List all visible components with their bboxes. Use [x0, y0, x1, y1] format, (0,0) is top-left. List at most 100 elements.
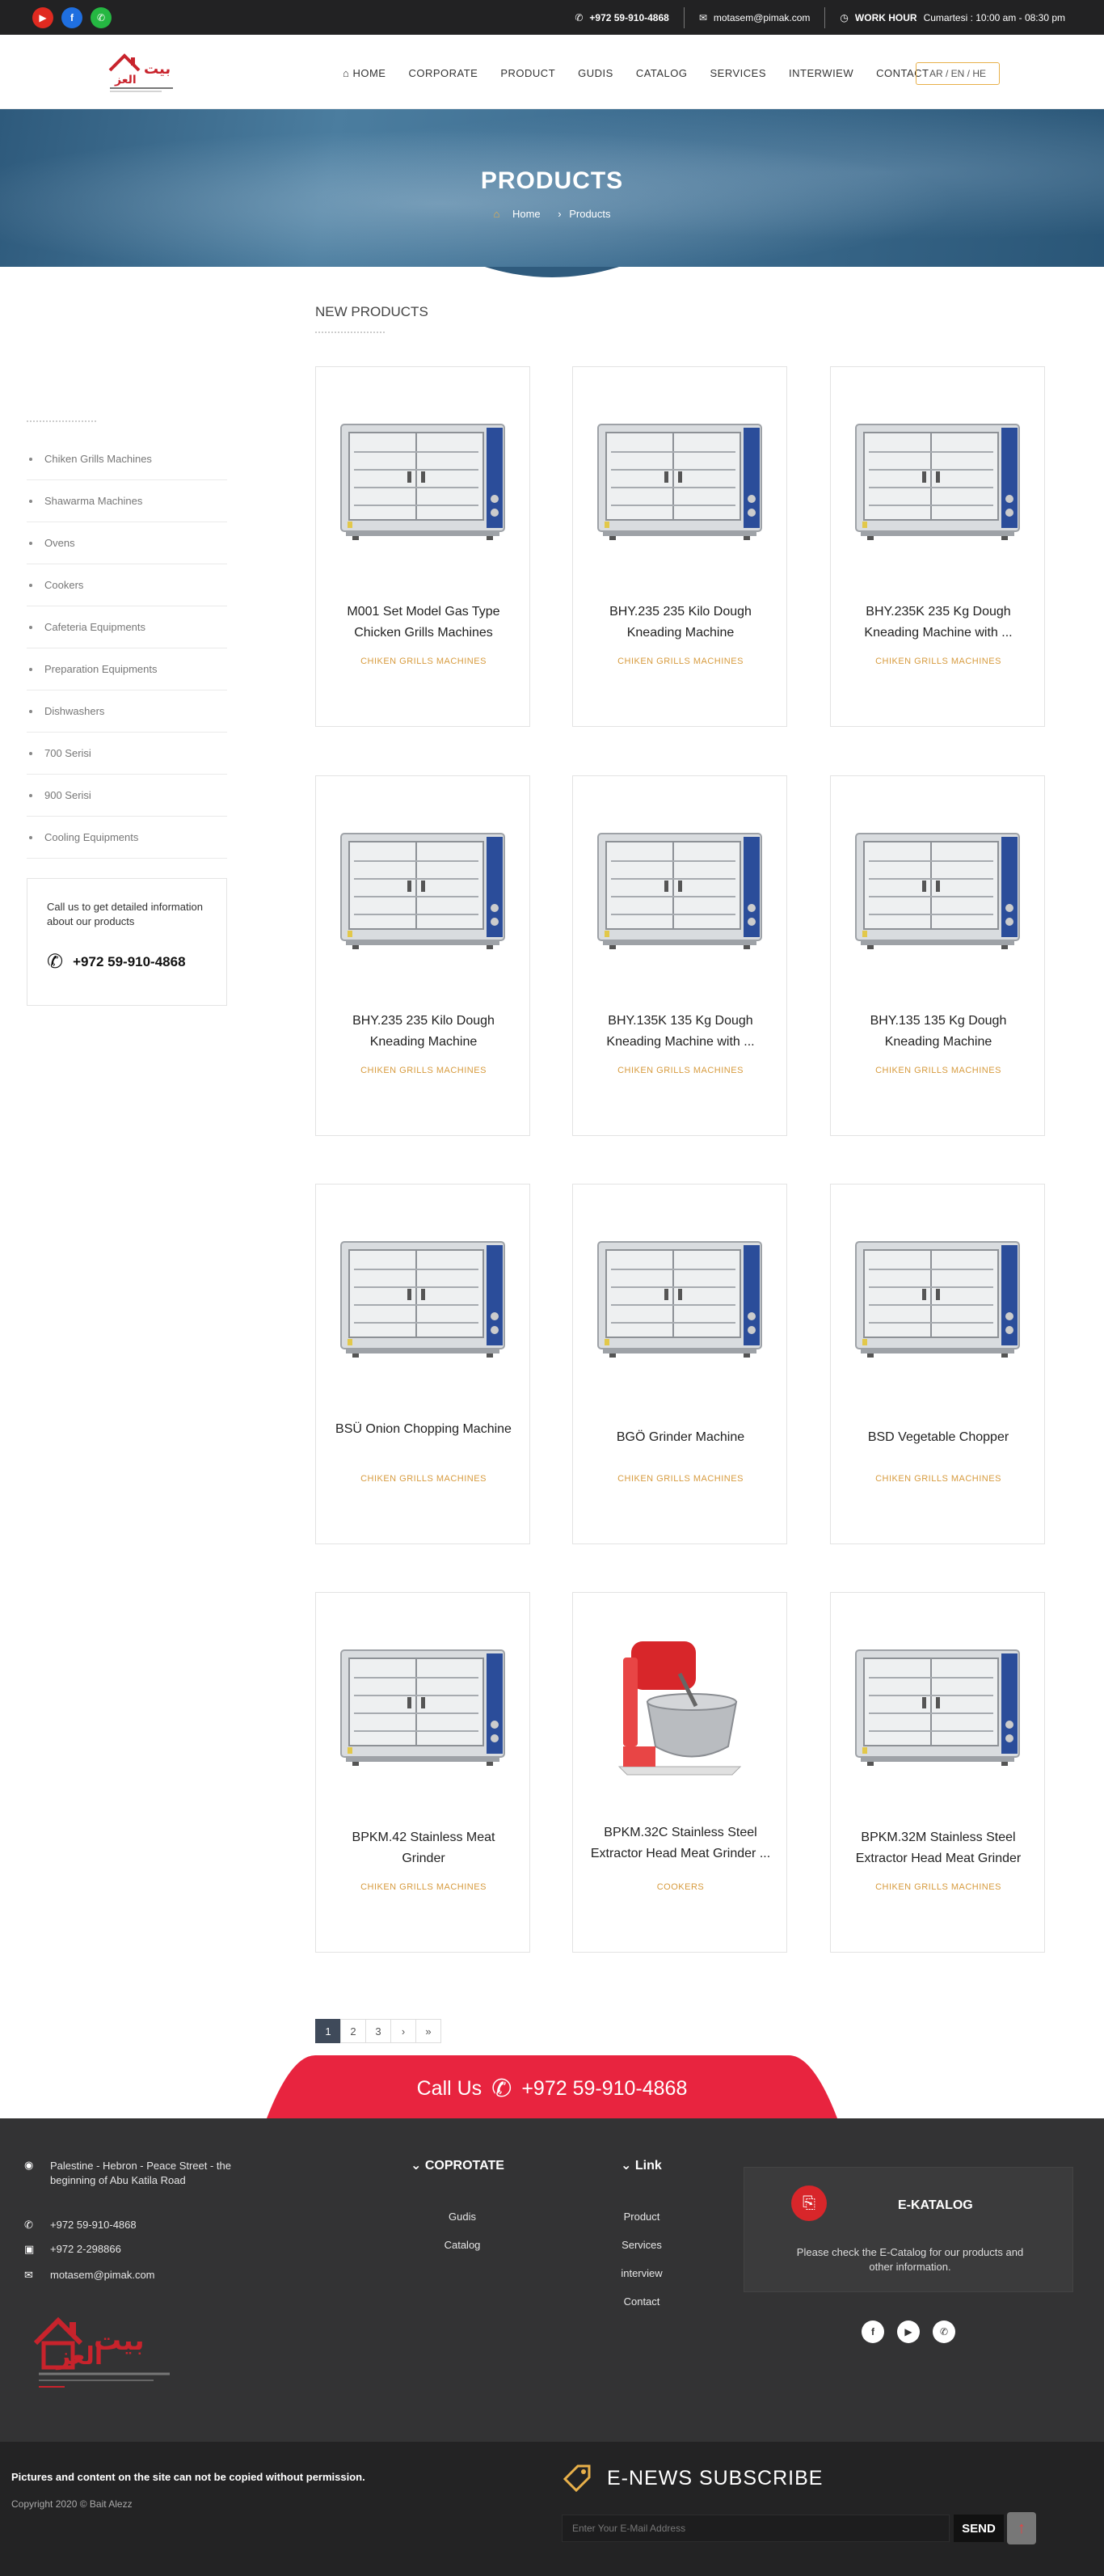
newsletter-email-input[interactable]: Enter Your E-Mail Address	[562, 2515, 950, 2542]
product-title[interactable]: BPKM.32C Stainless Steel Extractor Head …	[589, 1822, 772, 1864]
product-title[interactable]: BHY.135 135 Kg Dough Kneading Machine	[847, 1011, 1030, 1053]
product-title[interactable]: BPKM.42 Stainless Meat Grinder	[332, 1827, 515, 1869]
product-category[interactable]: CHIKEN GRILLS MACHINES	[573, 657, 788, 666]
product-card[interactable]: BPKM.32M Stainless Steel Extractor Head …	[830, 1592, 1045, 1953]
nav-gudis[interactable]: GUDIS	[567, 67, 625, 79]
breadcrumb-home[interactable]: ⌂ Home	[488, 208, 545, 220]
product-category[interactable]: CHIKEN GRILLS MACHINES	[831, 1066, 1046, 1075]
product-card[interactable]: M001 Set Model Gas Type Chicken Grills M…	[315, 366, 530, 727]
footer-link-catalog[interactable]: Catalog	[420, 2239, 504, 2267]
product-category[interactable]: CHIKEN GRILLS MACHINES	[831, 1882, 1046, 1892]
call-info-phone[interactable]: ✆ +972 59-910-4868	[47, 950, 207, 973]
facebook-icon[interactable]: f	[61, 7, 82, 28]
category-item[interactable]: Dishwashers	[27, 690, 227, 733]
product-image[interactable]	[589, 1217, 770, 1379]
category-item[interactable]: Cookers	[27, 564, 227, 606]
footer-link-gudis[interactable]: Gudis	[420, 2211, 504, 2239]
whatsapp-icon[interactable]: ✆	[933, 2321, 955, 2343]
footer-link-contact[interactable]: Contact	[600, 2295, 684, 2324]
category-item[interactable]: 900 Serisi	[27, 775, 227, 817]
next-page-button[interactable]: ›	[390, 2019, 416, 2043]
sidebar-divider	[27, 420, 96, 422]
product-image[interactable]	[589, 1625, 770, 1787]
product-title[interactable]: BHY.235K 235 Kg Dough Kneading Machine w…	[847, 602, 1030, 644]
product-image[interactable]	[332, 1625, 513, 1787]
nav-home[interactable]: ⌂ HOME	[331, 67, 397, 79]
footer-phone-1[interactable]: ✆ +972 59-910-4868	[24, 2219, 283, 2243]
facebook-icon[interactable]: f	[862, 2321, 884, 2343]
header-phone[interactable]: ✆ +972 59-910-4868	[560, 7, 683, 28]
product-title[interactable]: BGÖ Grinder Machine	[589, 1427, 772, 1448]
product-title[interactable]: M001 Set Model Gas Type Chicken Grills M…	[332, 602, 515, 644]
footer-logo[interactable]: بيت العز	[32, 2304, 178, 2393]
page-2-button[interactable]: 2	[340, 2019, 366, 2043]
product-card[interactable]: BHY.135 135 Kg Dough Kneading Machine CH…	[830, 775, 1045, 1136]
product-image[interactable]	[332, 809, 513, 970]
product-card[interactable]: BPKM.32C Stainless Steel Extractor Head …	[572, 1592, 787, 1953]
page-1-button[interactable]: 1	[315, 2019, 341, 2043]
product-title[interactable]: BHY.235 235 Kilo Dough Kneading Machine	[332, 1011, 515, 1053]
category-item[interactable]: Preparation Equipments	[27, 648, 227, 690]
nav-catalog[interactable]: CATALOG	[625, 67, 699, 79]
product-image[interactable]	[589, 809, 770, 970]
product-category[interactable]: CHIKEN GRILLS MACHINES	[573, 1474, 788, 1484]
footer-phone-2[interactable]: ▣ +972 2-298866	[24, 2243, 283, 2269]
footer-link-services[interactable]: Services	[600, 2239, 684, 2267]
category-item[interactable]: Ovens	[27, 522, 227, 564]
product-title[interactable]: BHY.235 235 Kilo Dough Kneading Machine	[589, 602, 772, 644]
product-image[interactable]	[332, 1217, 513, 1379]
product-card[interactable]: BHY.235 235 Kilo Dough Kneading Machine …	[572, 366, 787, 727]
youtube-icon[interactable]: ▶	[32, 7, 53, 28]
category-item[interactable]: Chiken Grills Machines	[27, 438, 227, 480]
product-title[interactable]: BHY.135K 135 Kg Dough Kneading Machine w…	[589, 1011, 772, 1053]
product-card[interactable]: BPKM.42 Stainless Meat Grinder CHIKEN GR…	[315, 1592, 530, 1953]
language-switcher[interactable]: AR / EN / HE	[916, 62, 1000, 85]
product-image[interactable]	[847, 1217, 1028, 1379]
ekatalog-box[interactable]: ⎘ E-KATALOG Please check the E-Catalog f…	[744, 2167, 1073, 2292]
whatsapp-icon[interactable]: ✆	[91, 7, 112, 28]
product-category[interactable]: CHIKEN GRILLS MACHINES	[573, 1066, 788, 1075]
category-item[interactable]: Shawarma Machines	[27, 480, 227, 522]
nav-product[interactable]: PRODUCT	[489, 67, 567, 79]
breadcrumb: ⌂ Home › Products	[0, 208, 1104, 220]
product-image[interactable]	[847, 809, 1028, 970]
nav-services[interactable]: SERVICES	[699, 67, 778, 79]
category-item[interactable]: Cooling Equipments	[27, 817, 227, 859]
youtube-icon[interactable]: ▶	[897, 2321, 920, 2343]
header-email[interactable]: ✉ motasem@pimak.com	[685, 7, 825, 28]
category-item[interactable]: 700 Serisi	[27, 733, 227, 775]
footer-email[interactable]: ✉ motasem@pimak.com	[24, 2269, 283, 2293]
product-title[interactable]: BSÜ Onion Chopping Machine	[332, 1419, 515, 1440]
product-card[interactable]: BSD Vegetable Chopper CHIKEN GRILLS MACH…	[830, 1184, 1045, 1544]
call-us-cta[interactable]: Call Us ✆ +972 59-910-4868	[267, 2075, 837, 2103]
footer-link-interview[interactable]: interview	[600, 2267, 684, 2295]
product-image[interactable]	[332, 399, 513, 561]
nav-interwiew[interactable]: INTERWIEW	[777, 67, 865, 79]
product-title[interactable]: BSD Vegetable Chopper	[847, 1427, 1030, 1448]
newsletter-send-button[interactable]: SEND	[954, 2515, 1004, 2542]
product-title[interactable]: BPKM.32M Stainless Steel Extractor Head …	[847, 1827, 1030, 1869]
category-item[interactable]: Cafeteria Equipments	[27, 606, 227, 648]
rotisserie-machine-icon	[338, 829, 508, 950]
page-3-button[interactable]: 3	[365, 2019, 391, 2043]
product-image[interactable]	[847, 1625, 1028, 1787]
footer-link-product[interactable]: Product	[600, 2211, 684, 2239]
product-category[interactable]: CHIKEN GRILLS MACHINES	[831, 657, 1046, 666]
product-card[interactable]: BHY.135K 135 Kg Dough Kneading Machine w…	[572, 775, 787, 1136]
scroll-to-top-icon[interactable]: ↑	[1007, 2512, 1036, 2544]
product-card[interactable]: BSÜ Onion Chopping Machine CHIKEN GRILLS…	[315, 1184, 530, 1544]
last-page-button[interactable]: »	[415, 2019, 441, 2043]
product-image[interactable]	[589, 399, 770, 561]
product-category[interactable]: CHIKEN GRILLS MACHINES	[316, 1882, 531, 1892]
product-category[interactable]: CHIKEN GRILLS MACHINES	[316, 1066, 531, 1075]
product-category[interactable]: CHIKEN GRILLS MACHINES	[316, 657, 531, 666]
site-logo[interactable]: بيت العز	[105, 46, 178, 95]
product-card[interactable]: BGÖ Grinder Machine CHIKEN GRILLS MACHIN…	[572, 1184, 787, 1544]
product-card[interactable]: BHY.235 235 Kilo Dough Kneading Machine …	[315, 775, 530, 1136]
product-card[interactable]: BHY.235K 235 Kg Dough Kneading Machine w…	[830, 366, 1045, 727]
product-category[interactable]: COOKERS	[573, 1882, 788, 1892]
product-category[interactable]: CHIKEN GRILLS MACHINES	[831, 1474, 1046, 1484]
product-category[interactable]: CHIKEN GRILLS MACHINES	[316, 1474, 531, 1484]
nav-corporate[interactable]: CORPORATE	[397, 67, 489, 79]
product-image[interactable]	[847, 399, 1028, 561]
